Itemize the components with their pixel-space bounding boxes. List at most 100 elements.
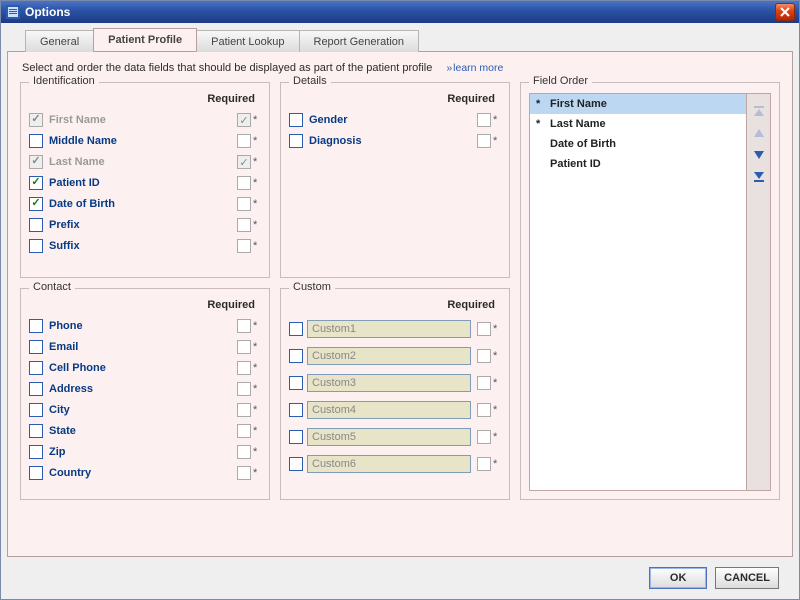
custom-field-input[interactable] — [307, 347, 471, 365]
field-checkbox[interactable] — [289, 113, 303, 127]
required-indicator: * — [253, 404, 261, 416]
tab-report-generation[interactable]: Report Generation — [299, 30, 420, 52]
field-checkbox[interactable] — [289, 403, 303, 417]
tab-patient-lookup[interactable]: Patient Lookup — [196, 30, 299, 52]
required-indicator — [536, 158, 544, 170]
field-label: Date of Birth — [49, 198, 237, 210]
field-checkbox[interactable] — [29, 382, 43, 396]
required-checkbox[interactable] — [477, 349, 491, 363]
field-checkbox[interactable] — [29, 340, 43, 354]
group-details: Details Required Gender*Diagnosis* — [280, 82, 510, 278]
required-checkbox[interactable] — [237, 218, 251, 232]
field-checkbox[interactable] — [289, 322, 303, 336]
field-checkbox[interactable] — [29, 197, 43, 211]
required-indicator: * — [536, 98, 544, 110]
required-indicator: * — [493, 377, 501, 389]
custom-field-row: * — [289, 315, 501, 342]
field-row: Patient ID* — [29, 172, 261, 193]
field-row: Cell Phone* — [29, 357, 261, 378]
field-checkbox[interactable] — [29, 403, 43, 417]
app-icon — [5, 4, 21, 20]
field-checkbox[interactable] — [289, 134, 303, 148]
learn-more-link[interactable]: »learn more — [446, 62, 503, 74]
field-checkbox[interactable] — [289, 349, 303, 363]
required-checkbox[interactable] — [237, 403, 251, 417]
required-checkbox[interactable] — [237, 134, 251, 148]
required-checkbox[interactable] — [477, 322, 491, 336]
field-row: Middle Name* — [29, 130, 261, 151]
tab-body: Select and order the data fields that sh… — [7, 51, 793, 557]
field-order-item[interactable]: Patient ID — [530, 154, 746, 174]
custom-field-row: * — [289, 369, 501, 396]
field-checkbox[interactable] — [289, 457, 303, 471]
move-top-button[interactable] — [750, 102, 768, 120]
move-up-button[interactable] — [750, 124, 768, 142]
required-checkbox[interactable] — [477, 134, 491, 148]
field-order-label: Patient ID — [550, 158, 601, 170]
required-checkbox[interactable] — [237, 361, 251, 375]
field-checkbox — [29, 155, 43, 169]
required-indicator: * — [253, 467, 261, 479]
ok-button[interactable]: OK — [649, 567, 707, 589]
field-row: State* — [29, 420, 261, 441]
field-checkbox[interactable] — [29, 176, 43, 190]
move-down-button[interactable] — [750, 146, 768, 164]
field-row: Email* — [29, 336, 261, 357]
required-checkbox[interactable] — [237, 340, 251, 354]
required-indicator: * — [253, 341, 261, 353]
cancel-button[interactable]: CANCEL — [715, 567, 779, 589]
custom-field-input[interactable] — [307, 428, 471, 446]
required-checkbox — [237, 113, 251, 127]
required-checkbox[interactable] — [237, 382, 251, 396]
custom-field-input[interactable] — [307, 455, 471, 473]
field-row: Country* — [29, 462, 261, 483]
required-checkbox — [237, 155, 251, 169]
field-checkbox[interactable] — [29, 134, 43, 148]
field-checkbox[interactable] — [289, 376, 303, 390]
required-checkbox[interactable] — [237, 197, 251, 211]
required-checkbox[interactable] — [237, 176, 251, 190]
field-checkbox[interactable] — [29, 218, 43, 232]
required-checkbox[interactable] — [237, 424, 251, 438]
custom-field-input[interactable] — [307, 320, 471, 338]
required-checkbox[interactable] — [477, 403, 491, 417]
field-order-item[interactable]: *Last Name — [530, 114, 746, 134]
tabstrip: General Patient Profile Patient Lookup R… — [7, 29, 793, 51]
field-checkbox[interactable] — [29, 361, 43, 375]
group-legend: Custom — [289, 281, 335, 293]
field-checkbox[interactable] — [29, 319, 43, 333]
required-indicator: * — [253, 177, 261, 189]
required-indicator: * — [493, 350, 501, 362]
field-order-item[interactable]: Date of Birth — [530, 134, 746, 154]
custom-field-input[interactable] — [307, 401, 471, 419]
required-checkbox[interactable] — [477, 430, 491, 444]
required-checkbox[interactable] — [237, 319, 251, 333]
field-order-list[interactable]: * First Name *Last NameDate of Birth Patien… — [529, 93, 747, 491]
titlebar: Options — [1, 1, 799, 23]
field-order-label: First Name — [550, 98, 607, 110]
required-checkbox[interactable] — [237, 445, 251, 459]
required-indicator: * — [493, 135, 501, 147]
required-checkbox[interactable] — [237, 239, 251, 253]
tab-patient-profile[interactable]: Patient Profile — [93, 28, 197, 51]
required-checkbox[interactable] — [237, 466, 251, 480]
required-checkbox[interactable] — [477, 376, 491, 390]
required-checkbox[interactable] — [477, 457, 491, 471]
required-checkbox[interactable] — [477, 113, 491, 127]
group-field-order: Field Order *First Name*Last NameDate of… — [520, 82, 780, 500]
required-indicator: * — [536, 118, 544, 130]
field-checkbox[interactable] — [29, 445, 43, 459]
move-bottom-button[interactable] — [750, 168, 768, 186]
close-button[interactable] — [775, 3, 795, 21]
field-order-item[interactable]: * First Name — [530, 94, 746, 114]
required-indicator: * — [493, 114, 501, 126]
custom-field-input[interactable] — [307, 374, 471, 392]
tab-general[interactable]: General — [25, 30, 94, 52]
field-checkbox[interactable] — [29, 466, 43, 480]
chevron-right-icon: » — [446, 62, 450, 74]
field-checkbox[interactable] — [29, 424, 43, 438]
field-checkbox[interactable] — [29, 239, 43, 253]
required-header: Required — [289, 93, 495, 105]
group-identification: Identification Required First Name*Middl… — [20, 82, 270, 278]
field-checkbox[interactable] — [289, 430, 303, 444]
